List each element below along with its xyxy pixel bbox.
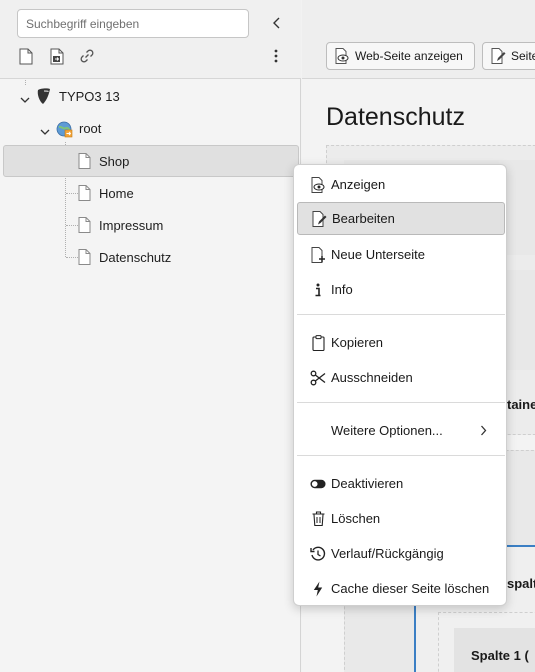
tree-item-label: root: [79, 121, 102, 136]
history-icon: [310, 546, 326, 562]
menu-item-info[interactable]: Info: [297, 273, 505, 306]
site-root-icon: [56, 121, 73, 141]
collapse-left-icon[interactable]: [266, 12, 288, 34]
menu-item-label: Deaktivieren: [331, 476, 404, 491]
menu-item-anzeigen[interactable]: Anzeigen: [297, 168, 505, 201]
menu-item-label: Info: [331, 282, 353, 297]
menu-item-label: Verlauf/Rückgängig: [331, 546, 444, 561]
tree-item-label: TYPO3 13: [59, 89, 120, 104]
chevron-down-icon[interactable]: [40, 124, 50, 139]
trash-icon: [310, 511, 326, 527]
menu-item-label: Kopieren: [331, 335, 384, 350]
tree-toolbar: [0, 0, 301, 79]
tree-item-root[interactable]: root: [0, 114, 300, 144]
chevron-right-icon: [480, 424, 487, 439]
scissors-icon: [310, 370, 326, 386]
tree-item-impressum[interactable]: Impressum: [0, 210, 300, 240]
menu-item-loeschen[interactable]: Löschen: [297, 502, 505, 535]
edit-icon: [311, 210, 327, 227]
link-icon[interactable]: [77, 46, 97, 66]
new-subpage-icon: [310, 246, 326, 263]
search-input[interactable]: [17, 9, 249, 38]
menu-item-cache-loeschen[interactable]: Cache dieser Seite löschen: [297, 572, 505, 605]
view-icon: [310, 176, 326, 193]
edit-page-label: Seite: [511, 49, 535, 63]
clipboard-icon: [310, 334, 326, 351]
content-toolbar: Web-Seite anzeigen Seite: [302, 0, 535, 79]
menu-item-ausschneiden[interactable]: Ausschneiden: [297, 361, 505, 394]
view-webpage-button[interactable]: Web-Seite anzeigen: [326, 42, 475, 70]
column-label-fragment: spalt: [507, 576, 535, 591]
menu-item-label: Weitere Optionen...: [331, 423, 443, 438]
menu-separator: [297, 455, 505, 456]
tree-item-label: Home: [99, 186, 134, 201]
lightning-icon: [310, 581, 326, 597]
menu-item-weitere-optionen[interactable]: Weitere Optionen...: [297, 414, 505, 447]
toggle-icon: [310, 476, 326, 492]
eye-icon: [335, 48, 350, 64]
context-menu: Anzeigen Bearbeiten Neue Unterseite Info…: [293, 164, 507, 606]
menu-item-label: Anzeigen: [331, 177, 386, 192]
page-icon: [78, 249, 91, 268]
tree-item-typo3[interactable]: TYPO3 13: [0, 82, 300, 112]
page-mount-icon[interactable]: [47, 46, 67, 66]
menu-item-deaktivieren[interactable]: Deaktivieren: [297, 467, 505, 500]
menu-item-verlauf[interactable]: Verlauf/Rückgängig: [297, 537, 505, 570]
page-tree-panel: TYPO3 13 root Shop Home: [0, 0, 301, 672]
column-title-fragment: Spalte 1 (: [471, 648, 529, 663]
menu-separator: [297, 402, 505, 403]
tree-item-label: Impressum: [99, 218, 164, 233]
info-icon: [310, 282, 326, 298]
tree-item-home[interactable]: Home: [0, 178, 300, 208]
menu-item-label: Bearbeiten: [332, 211, 395, 226]
page-icon: [78, 217, 91, 236]
typo3-logo-icon: [36, 88, 52, 108]
menu-item-bearbeiten[interactable]: Bearbeiten: [297, 202, 505, 235]
view-webpage-label: Web-Seite anzeigen: [355, 49, 463, 63]
container-label-fragment: taine: [507, 397, 535, 412]
page-title: Datenschutz: [326, 103, 465, 131]
menu-separator: [297, 314, 505, 315]
page-icon: [78, 153, 91, 172]
more-vertical-icon[interactable]: [266, 46, 286, 66]
new-page-icon[interactable]: [16, 46, 36, 66]
tree-item-datenschutz[interactable]: Datenschutz: [0, 242, 300, 272]
edit-page-icon: [491, 48, 506, 64]
menu-item-kopieren[interactable]: Kopieren: [297, 326, 505, 359]
page-icon: [78, 185, 91, 204]
menu-item-label: Neue Unterseite: [331, 247, 425, 262]
tree-item-label: Shop: [99, 154, 130, 169]
edit-page-button[interactable]: Seite: [482, 42, 535, 70]
menu-item-label: Löschen: [331, 511, 381, 526]
menu-item-label: Cache dieser Seite löschen: [331, 581, 490, 596]
chevron-down-icon[interactable]: [20, 92, 30, 107]
menu-item-label: Ausschneiden: [331, 370, 413, 385]
menu-item-neue-unterseite[interactable]: Neue Unterseite: [297, 238, 505, 271]
tree-item-shop[interactable]: Shop: [3, 145, 299, 177]
tree-item-label: Datenschutz: [99, 250, 172, 265]
